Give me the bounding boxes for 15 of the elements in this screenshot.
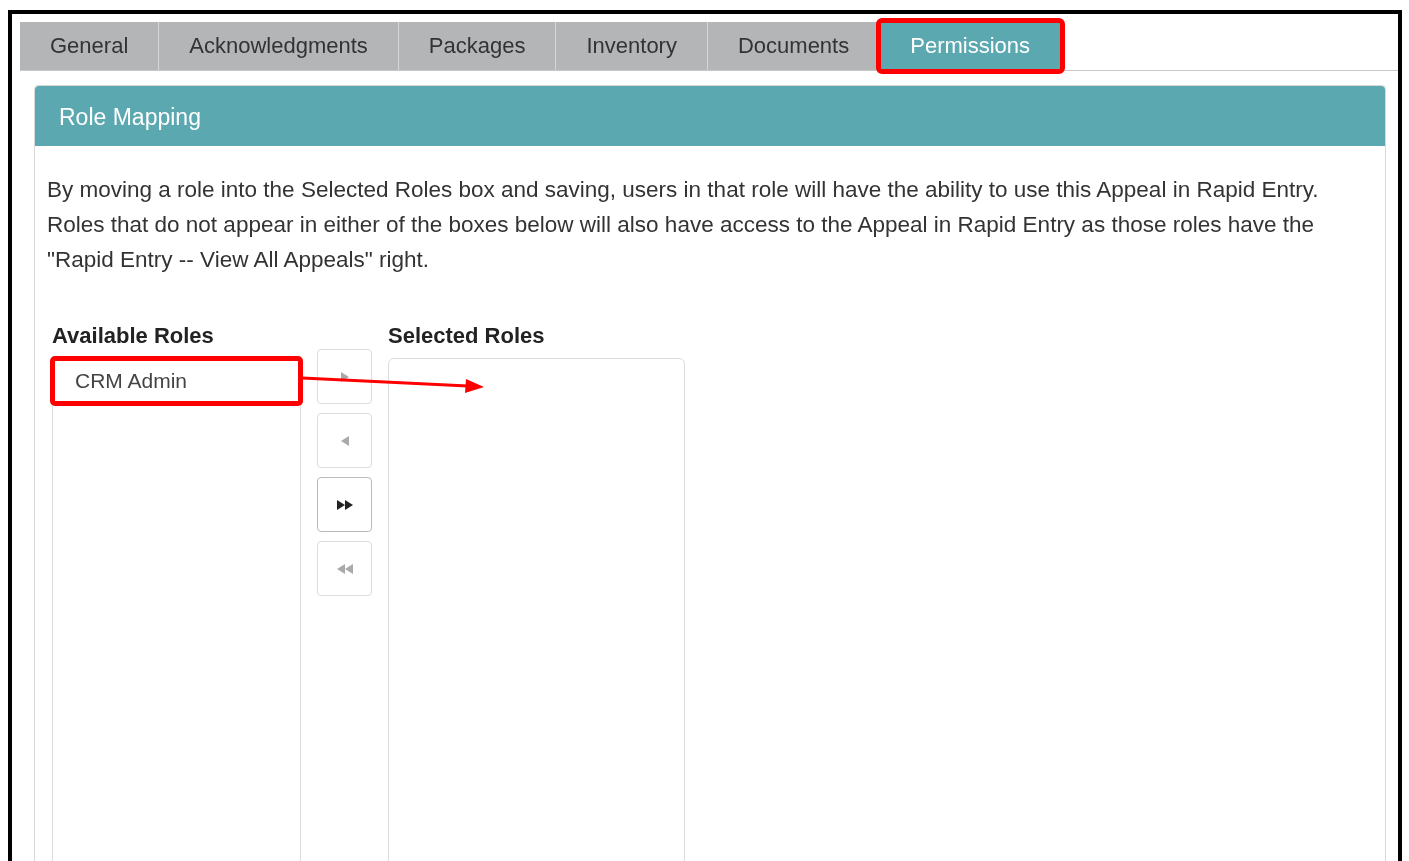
list-item[interactable]: CRM Admin <box>53 359 300 403</box>
description-text: By moving a role into the Selected Roles box and saving, users in that role will have the ability to use this Appeal in Rapid Entry. Roles that do not appear in either of the boxes below will also have access to the Appeal in Rapid Entry as those roles have the "Rapid Entry -- View All Appeals" right. <box>46 176 1320 274</box>
tab[interactable]: Inventory <box>556 22 708 70</box>
tab[interactable]: General <box>20 22 160 70</box>
back-icon <box>340 435 349 446</box>
available-roles-list[interactable]: CRM Admin <box>52 358 301 861</box>
list-label: Available Roles <box>52 322 215 350</box>
move-all-right-button[interactable] <box>317 477 372 532</box>
tab[interactable]: Packages <box>398 22 557 70</box>
panel-title: Role Mapping <box>35 86 1385 146</box>
play-icon <box>340 371 349 382</box>
list-label: Selected Roles <box>388 322 546 350</box>
fast-forward-icon <box>336 499 353 510</box>
rewind-icon <box>336 563 353 574</box>
tab[interactable]: Acknowledgments <box>159 22 399 70</box>
